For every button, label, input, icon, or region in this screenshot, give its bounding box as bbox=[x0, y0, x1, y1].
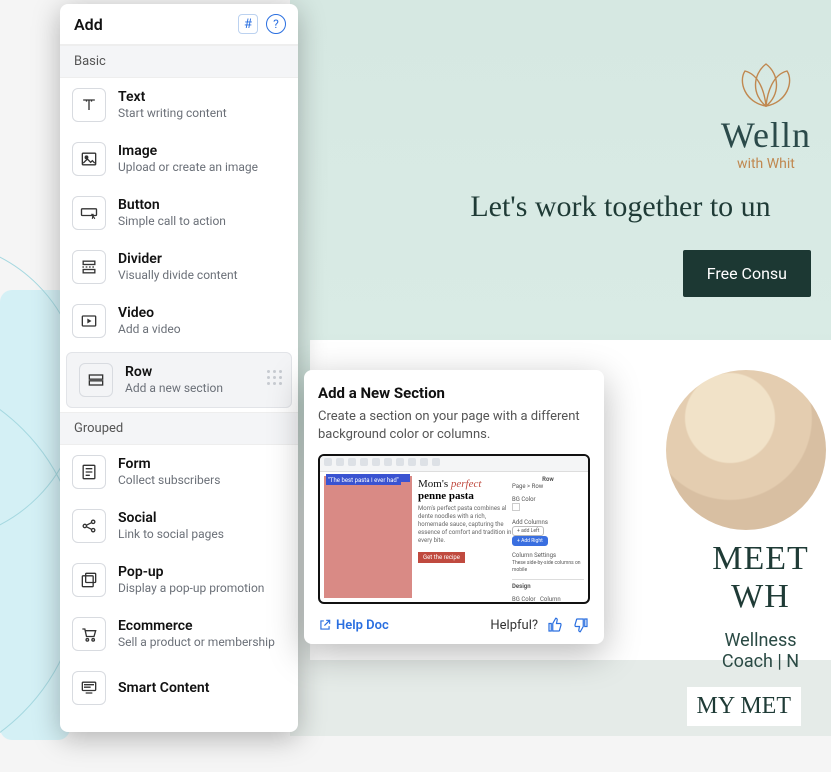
block-desc: Simple call to action bbox=[118, 214, 226, 230]
preview-add-right-pill: + Add Right bbox=[512, 536, 548, 546]
button-icon bbox=[72, 196, 106, 230]
hash-icon[interactable]: # bbox=[238, 14, 258, 34]
preview-right-breadcrumb: Page > Row bbox=[512, 483, 584, 490]
block-divider[interactable]: DividerVisually divide content bbox=[60, 240, 298, 294]
block-title: Text bbox=[118, 89, 227, 106]
add-panel: Add # ? Basic TextStart writing content … bbox=[60, 4, 298, 732]
preview-right-colset-label: Column Settings bbox=[512, 552, 556, 559]
thumbs-down-icon[interactable] bbox=[572, 616, 590, 634]
preview-left-col bbox=[324, 476, 412, 598]
popup-icon bbox=[72, 563, 106, 597]
block-title: Smart Content bbox=[118, 680, 209, 697]
preview-caption: "The best pasta I ever had" bbox=[326, 476, 401, 485]
divider-icon bbox=[72, 250, 106, 284]
block-text[interactable]: TextStart writing content bbox=[60, 78, 298, 132]
lotus-icon bbox=[731, 60, 801, 110]
cta-button[interactable]: Free Consu bbox=[683, 250, 811, 297]
role-subtitle: Wellness Coach | N bbox=[710, 630, 811, 672]
block-desc: Start writing content bbox=[118, 106, 227, 122]
helpful-label: Helpful? bbox=[490, 618, 538, 633]
group-grouped: Grouped bbox=[60, 412, 298, 445]
my-method-heading: MY MET bbox=[687, 687, 801, 726]
hero-section: Welln with Whit Let's work together to u… bbox=[290, 0, 831, 340]
block-social[interactable]: SocialLink to social pages bbox=[60, 499, 298, 553]
preview-right-addcol-label: Add Columns bbox=[512, 519, 548, 526]
block-desc: Add a new section bbox=[125, 381, 223, 397]
site-logo: Welln with Whit bbox=[721, 60, 811, 172]
preview-right-panel: Row Page > Row BG Color Add Columns + ad… bbox=[512, 476, 584, 604]
panel-header: Add # ? bbox=[60, 4, 298, 45]
block-desc: Add a video bbox=[118, 322, 181, 338]
block-smart-content[interactable]: Smart Content bbox=[60, 661, 298, 715]
preview-right-note: These side-by-side columns on mobile bbox=[512, 560, 581, 573]
external-link-icon bbox=[318, 618, 332, 632]
preview-add-left-pill: + add Left bbox=[512, 526, 544, 536]
preview-mid-sub: penne pasta bbox=[418, 490, 512, 502]
preview-right-bgcolor-label: BG Color bbox=[512, 496, 536, 503]
help-doc-label: Help Doc bbox=[336, 618, 389, 633]
block-title: Video bbox=[118, 305, 181, 322]
smart-content-icon bbox=[72, 671, 106, 705]
block-desc: Upload or create an image bbox=[118, 160, 258, 176]
block-desc: Link to social pages bbox=[118, 527, 224, 543]
block-title: Social bbox=[118, 510, 224, 527]
block-desc: Display a pop-up promotion bbox=[118, 581, 264, 597]
popover-preview: "The best pasta I ever had" Mom's perfec… bbox=[318, 454, 590, 604]
image-icon bbox=[72, 142, 106, 176]
block-title: Divider bbox=[118, 251, 238, 268]
block-image[interactable]: ImageUpload or create an image bbox=[60, 132, 298, 186]
preview-right-fill-label: BG Color bbox=[512, 596, 536, 603]
block-form[interactable]: FormCollect subscribers bbox=[60, 445, 298, 499]
popover-title: Add a New Section bbox=[318, 384, 590, 402]
block-title: Image bbox=[118, 143, 258, 160]
block-title: Pop-up bbox=[118, 564, 264, 581]
block-title: Button bbox=[118, 197, 226, 214]
block-desc: Sell a product or membership bbox=[118, 635, 275, 651]
text-icon bbox=[72, 88, 106, 122]
block-title: Row bbox=[125, 364, 223, 381]
block-title: Ecommerce bbox=[118, 618, 275, 635]
help-doc-link[interactable]: Help Doc bbox=[318, 618, 389, 633]
help-icon[interactable]: ? bbox=[266, 14, 286, 34]
preview-toolbar bbox=[320, 456, 588, 472]
block-row[interactable]: RowAdd a new section bbox=[66, 352, 292, 408]
row-help-popover: Add a New Section Create a section on yo… bbox=[304, 370, 604, 644]
logo-subtitle: with Whit bbox=[721, 156, 811, 172]
video-icon bbox=[72, 304, 106, 338]
preview-mid-body: Mom's perfect pasta combines al dente no… bbox=[418, 505, 512, 544]
preview-mid-title-a: Mom's bbox=[418, 478, 451, 490]
thumbs-up-icon[interactable] bbox=[546, 616, 564, 634]
preview-middle-col: Mom's perfect penne pasta Mom's perfect … bbox=[418, 478, 512, 563]
group-basic: Basic bbox=[60, 45, 298, 78]
block-video[interactable]: VideoAdd a video bbox=[60, 294, 298, 348]
cart-icon bbox=[72, 617, 106, 651]
preview-right-header: Row bbox=[512, 476, 584, 483]
meet-heading: MEET WH bbox=[710, 540, 811, 616]
popover-footer: Help Doc Helpful? bbox=[318, 616, 590, 634]
block-button[interactable]: ButtonSimple call to action bbox=[60, 186, 298, 240]
preview-right-design-label: Design bbox=[512, 583, 531, 590]
drag-handle-icon[interactable] bbox=[267, 370, 281, 390]
social-icon bbox=[72, 509, 106, 543]
logo-text: Welln bbox=[721, 114, 811, 156]
row-icon bbox=[79, 363, 113, 397]
form-icon bbox=[72, 455, 106, 489]
block-popup[interactable]: Pop-upDisplay a pop-up promotion bbox=[60, 553, 298, 607]
helpful-group: Helpful? bbox=[490, 616, 590, 634]
hero-headline: Let's work together to un bbox=[290, 190, 831, 224]
preview-mid-btn: Get the recipe bbox=[418, 552, 465, 563]
popover-body: Create a section on your page with a dif… bbox=[318, 408, 590, 444]
block-ecommerce[interactable]: EcommerceSell a product or membership bbox=[60, 607, 298, 661]
block-desc: Visually divide content bbox=[118, 268, 238, 284]
preview-mid-title-em: perfect bbox=[451, 478, 482, 490]
avatar bbox=[666, 370, 826, 530]
panel-scroll[interactable]: Basic TextStart writing content ImageUpl… bbox=[60, 45, 298, 732]
block-title: Form bbox=[118, 456, 220, 473]
block-desc: Collect subscribers bbox=[118, 473, 220, 489]
panel-title: Add bbox=[74, 15, 238, 34]
